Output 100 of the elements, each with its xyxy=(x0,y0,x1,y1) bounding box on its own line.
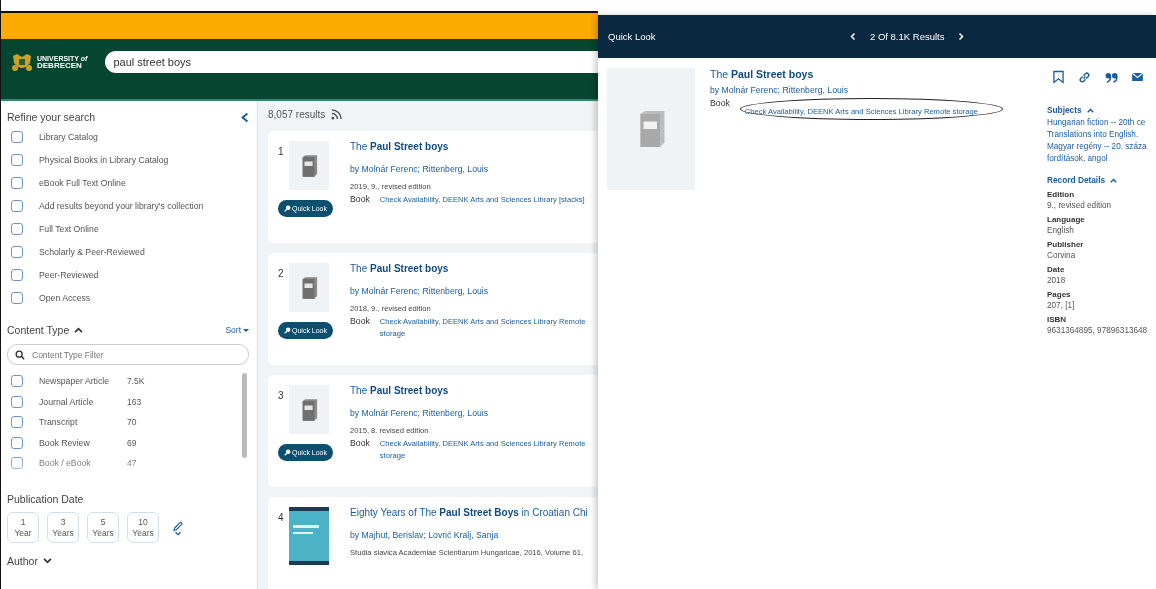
field-label: Date xyxy=(1047,265,1066,274)
date-range-button[interactable]: 1 Year xyxy=(7,512,39,543)
field-value: Corvina xyxy=(1047,251,1077,260)
format-label: Book xyxy=(350,438,370,448)
subject-link[interactable]: Magyar regény -- 20. száza xyxy=(1047,142,1156,151)
date-range-button[interactable]: 5 Years xyxy=(87,512,119,543)
author-link[interactable]: by Majhut, Berislav; Lovrić Kralj, Sanja xyxy=(350,530,598,540)
filter-label: Transcript xyxy=(39,417,79,427)
result-number: 4 xyxy=(278,511,284,525)
result-count: 7.5K xyxy=(127,376,145,386)
date-range-button[interactable]: 10 Years xyxy=(127,512,159,543)
format-label: Book xyxy=(350,316,370,326)
checkbox[interactable] xyxy=(11,457,23,469)
filter-label: Full Text Online xyxy=(39,224,99,234)
section-heading[interactable]: Record Details xyxy=(1047,175,1106,185)
logo-text: DEBRECEN xyxy=(37,62,83,71)
pencil-icon[interactable] xyxy=(173,519,183,536)
chevron-icon[interactable] xyxy=(42,558,52,564)
chevron-right-icon[interactable] xyxy=(958,32,965,41)
bookmark-icon[interactable] xyxy=(1053,70,1064,84)
chevron-left-icon[interactable] xyxy=(241,111,249,123)
checkbox[interactable] xyxy=(11,177,23,189)
checkbox[interactable] xyxy=(11,246,23,258)
date-range-button[interactable]: 3 Years xyxy=(47,512,79,543)
checkbox[interactable] xyxy=(11,395,23,408)
filter-label: Book / eBook xyxy=(39,458,92,468)
chevron-icon[interactable] xyxy=(1086,107,1094,113)
chevron-icon[interactable] xyxy=(1110,177,1118,183)
rss-icon[interactable] xyxy=(331,109,343,120)
checkbox[interactable] xyxy=(11,269,23,281)
author-link[interactable]: by Molnár Ferenc; Rittenberg, Louis xyxy=(350,164,598,174)
filter-label: Add results beyond your library's collection xyxy=(39,201,204,211)
filter-label: Peer-Reviewed xyxy=(39,270,99,280)
checkbox[interactable] xyxy=(11,416,23,428)
search-icon xyxy=(15,349,25,360)
caret-icon xyxy=(243,328,249,332)
checkbox[interactable] xyxy=(11,223,23,235)
field-label: ISBN xyxy=(1047,315,1068,324)
filter-input[interactable]: Content Type Filter xyxy=(30,348,214,361)
magnifier-icon xyxy=(284,449,291,456)
checkbox[interactable] xyxy=(11,375,23,387)
checkbox[interactable] xyxy=(11,200,23,212)
section-heading[interactable]: Subjects xyxy=(1047,105,1082,115)
filter-label: Open Access xyxy=(39,293,91,303)
author-link[interactable]: by Molnár Ferenc; Rittenberg, Louis xyxy=(710,85,1030,95)
filter-label: Book Review xyxy=(39,437,91,448)
checkbox[interactable] xyxy=(11,292,23,304)
subject-link[interactable]: fordítások, angol xyxy=(1047,154,1156,163)
result-title-link[interactable]: The Paul Street boys xyxy=(350,141,598,152)
filter-label: Journal Article xyxy=(39,396,95,407)
quote-icon[interactable] xyxy=(1105,71,1118,83)
magnifier-icon xyxy=(284,327,291,334)
subject-link[interactable]: Hungarian fiction -- 20th ce xyxy=(1047,118,1156,127)
section-heading: Refine your search xyxy=(7,111,96,123)
magnifier-icon xyxy=(284,205,291,212)
section-heading[interactable]: Content Type xyxy=(7,324,70,336)
filter-label: Library Catalog xyxy=(39,132,98,142)
field-label: Pages xyxy=(1047,290,1072,299)
result-number: 2 xyxy=(278,267,284,281)
mail-icon[interactable] xyxy=(1132,73,1143,81)
chevron-icon[interactable] xyxy=(74,327,84,333)
journal-cover-drawing xyxy=(288,507,329,565)
field-value: 207, [1] xyxy=(1047,301,1076,310)
result-title-link[interactable]: Eighty Years of The Paul Street Boys in Croatian Chi xyxy=(350,507,598,518)
filter-label: Newspaper Article xyxy=(39,376,110,386)
result-number: 1 xyxy=(278,145,284,159)
subject-link[interactable]: Translations into English. xyxy=(1047,130,1156,139)
checkbox[interactable] xyxy=(11,436,23,449)
result-number: 3 xyxy=(278,389,284,403)
author-link[interactable]: by Molnár Ferenc; Rittenberg, Louis xyxy=(350,408,598,418)
field-value: 9631364895, 97896313648 xyxy=(1047,326,1149,335)
search-field[interactable]: paul street boys xyxy=(105,51,598,73)
format-label: Book xyxy=(710,98,730,108)
results-count: 8,057 results xyxy=(268,109,326,120)
result-title-link[interactable]: The Paul Street boys xyxy=(350,263,598,274)
sort-dropdown[interactable]: Sort xyxy=(225,325,249,335)
result-count: 47 xyxy=(127,458,137,468)
result-title-link[interactable]: The Paul Street boys xyxy=(350,385,598,396)
record-title-link[interactable]: The Paul Street boys xyxy=(710,68,1030,80)
result-position: 2 Of 8.1K Results xyxy=(870,31,945,42)
checkbox[interactable] xyxy=(11,131,23,143)
author-link[interactable]: by Molnár Ferenc; Rittenberg, Louis xyxy=(350,286,598,296)
checkbox[interactable] xyxy=(11,154,23,166)
result-count: 163 xyxy=(127,396,142,407)
field-label: Language xyxy=(1047,215,1086,224)
panel-title: Quick Look xyxy=(608,31,657,42)
result-count: 69 xyxy=(127,437,137,448)
filter-label: eBook Full Text Online xyxy=(39,178,126,188)
link-icon[interactable] xyxy=(1078,70,1091,84)
filter-label: Physical Books in Library Catalog xyxy=(39,155,169,165)
format-label: Book xyxy=(350,194,370,204)
field-value: 2018 xyxy=(1047,276,1067,285)
scrollbar[interactable] xyxy=(242,373,247,458)
section-heading[interactable]: Author xyxy=(7,555,38,567)
filter-field[interactable]: Content Type Filter xyxy=(7,344,249,365)
crest-icon xyxy=(10,53,34,73)
section-heading: Publication Date xyxy=(7,493,85,505)
filter-label: Scholarly & Peer-Reviewed xyxy=(39,247,145,257)
field-value: English xyxy=(1047,226,1075,235)
field-value: 9., revised edition xyxy=(1047,201,1113,210)
